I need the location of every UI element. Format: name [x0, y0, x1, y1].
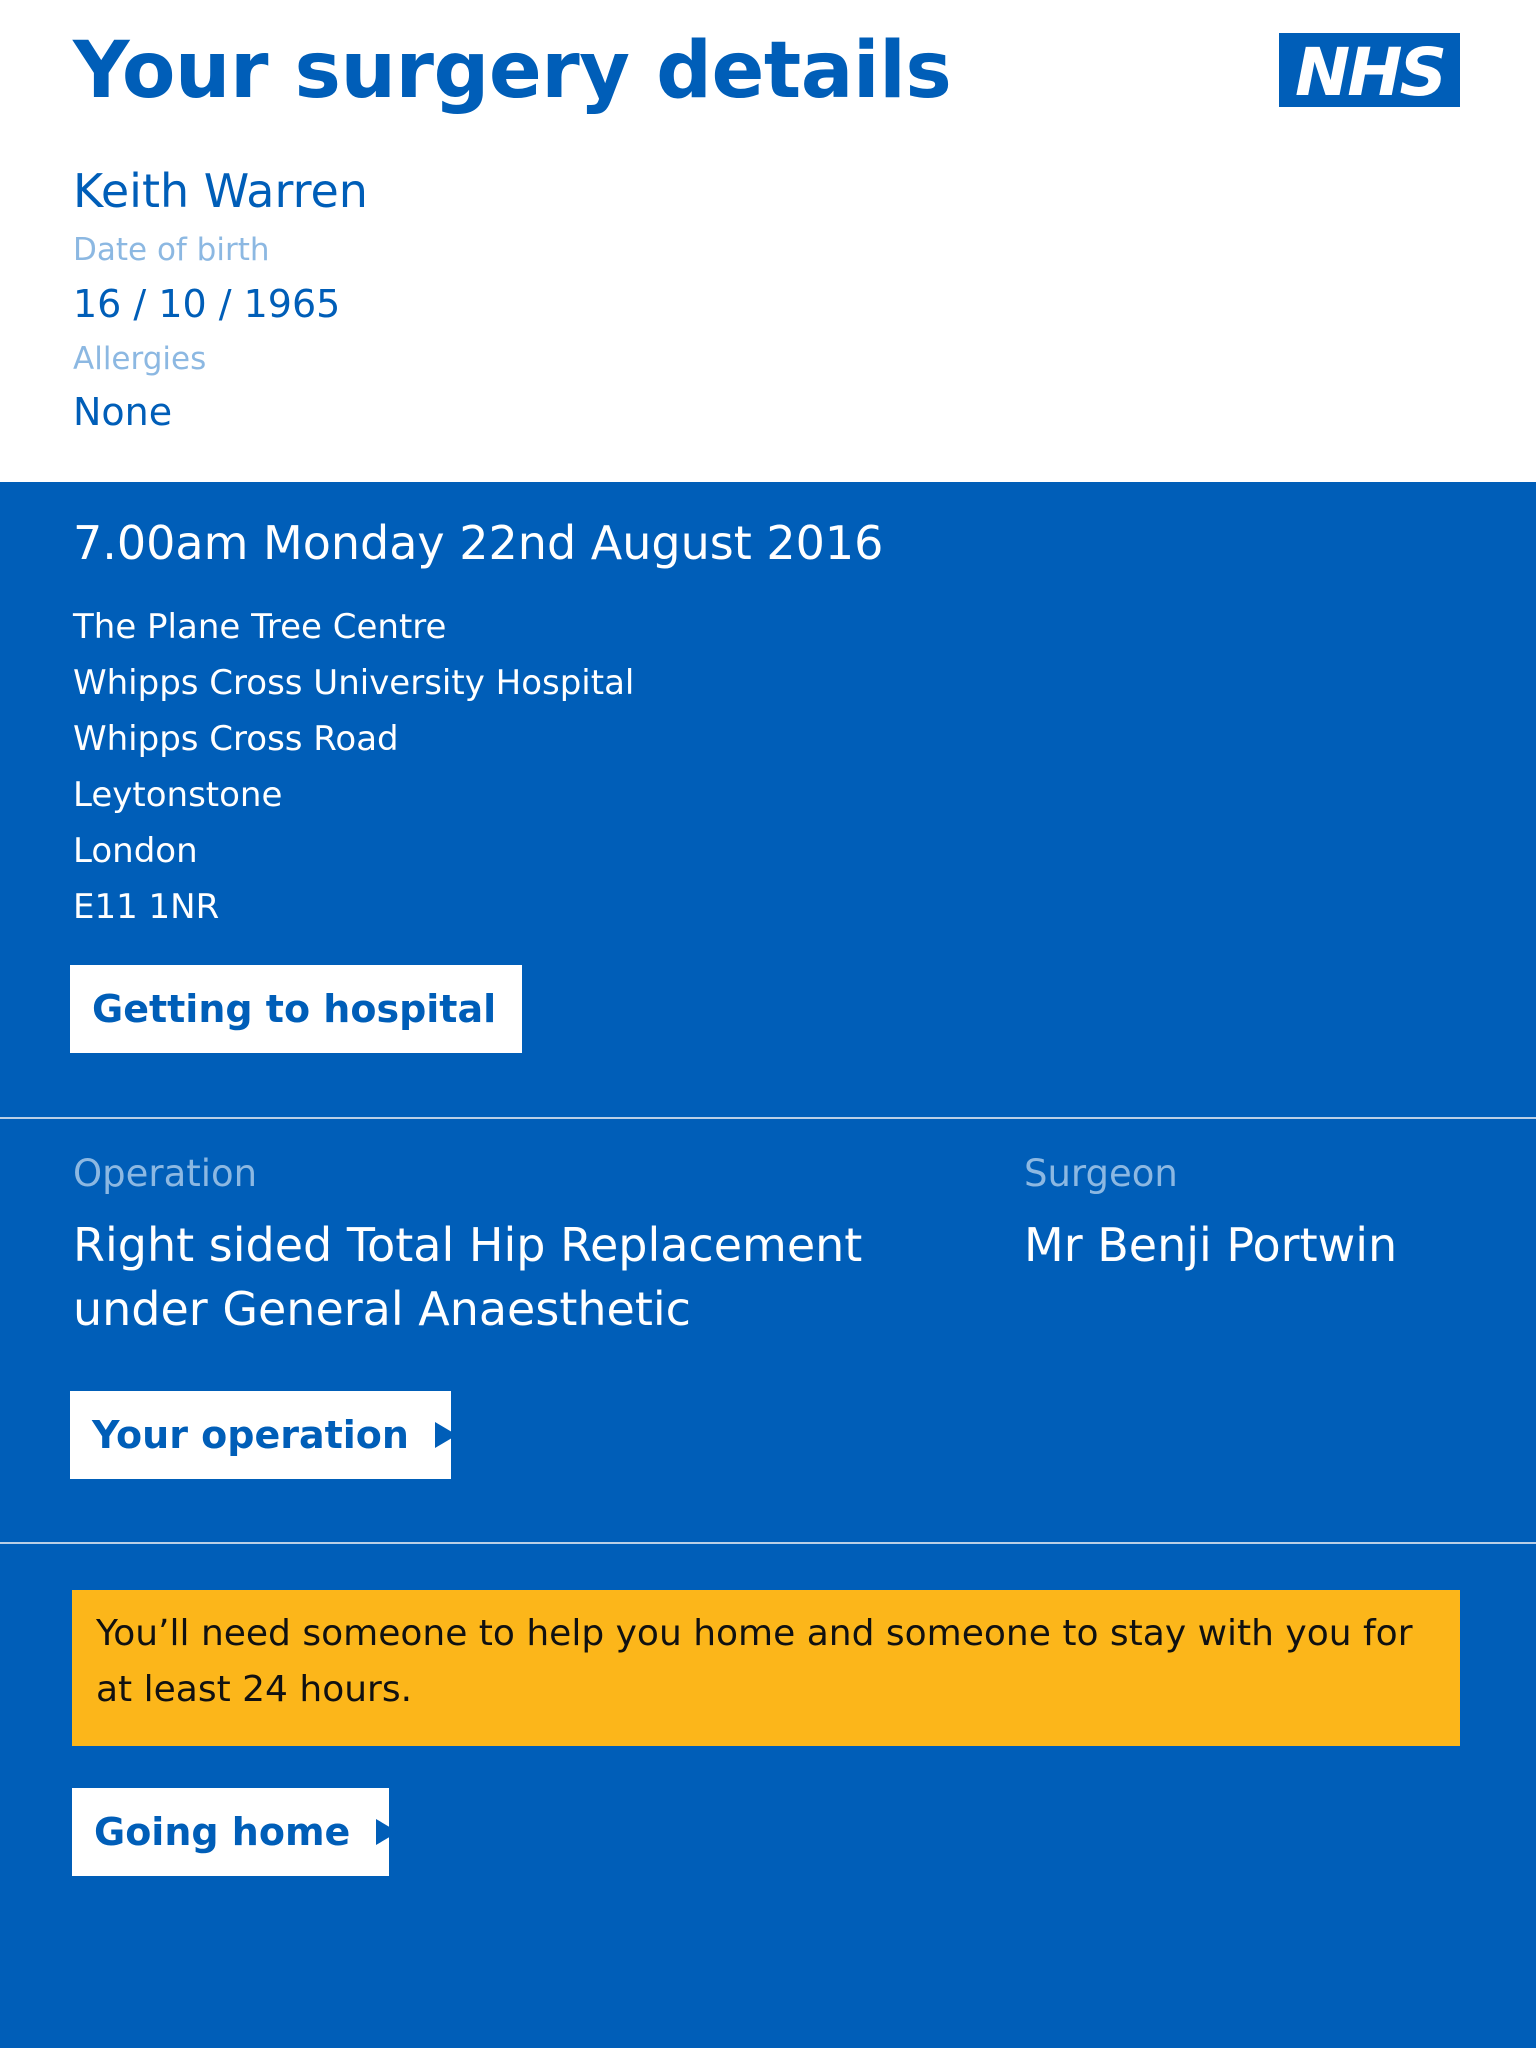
operation-value-line: Right sided Total Hip Replacement [73, 1218, 863, 1272]
dob-value: 16 / 10 / 1965 [73, 282, 341, 326]
surgeon-label: Surgeon [1024, 1152, 1178, 1195]
operation-label: Operation [73, 1152, 258, 1195]
your-operation-label: Your operation [92, 1413, 409, 1457]
patient-name: Keith Warren [73, 164, 368, 218]
play-arrow-icon [376, 1819, 399, 1845]
going-home-label: Going home [94, 1810, 351, 1854]
getting-to-hospital-button[interactable]: Getting to hospital [70, 965, 545, 1053]
address-line: London [73, 831, 198, 871]
going-home-button[interactable]: Going home [72, 1788, 399, 1876]
address-line: Whipps Cross Road [73, 719, 399, 759]
page-title: Your surgery details [73, 26, 952, 116]
your-operation-button[interactable]: Your operation [70, 1391, 457, 1479]
dob-label: Date of birth [73, 232, 270, 268]
appointment-datetime: 7.00am Monday 22nd August 2016 [73, 516, 884, 570]
section-divider [0, 1542, 1536, 1544]
operation-value-line: under General Anaesthetic [73, 1282, 691, 1336]
play-arrow-icon [522, 996, 545, 1022]
nhs-logo: NHS [1279, 33, 1460, 110]
play-arrow-icon [434, 1422, 457, 1448]
getting-to-hospital-label: Getting to hospital [92, 987, 497, 1031]
operation-value: Right sided Total Hip Replacement under … [73, 1213, 862, 1341]
patient-header-panel: Your surgery details NHS Keith Warren Da… [0, 0, 1536, 482]
section-divider [0, 1117, 1536, 1119]
allergies-label: Allergies [73, 341, 207, 377]
address-line: Whipps Cross University Hospital [73, 663, 635, 703]
hospital-address: The Plane Tree Centre Whipps Cross Unive… [73, 599, 634, 935]
address-line: E11 1NR [73, 887, 220, 927]
allergies-value: None [73, 390, 173, 434]
address-line: Leytonstone [73, 775, 283, 815]
surgeon-value: Mr Benji Portwin [1024, 1218, 1398, 1272]
address-line: The Plane Tree Centre [73, 607, 447, 647]
warning-banner: You’ll need someone to help you home and… [72, 1590, 1460, 1746]
